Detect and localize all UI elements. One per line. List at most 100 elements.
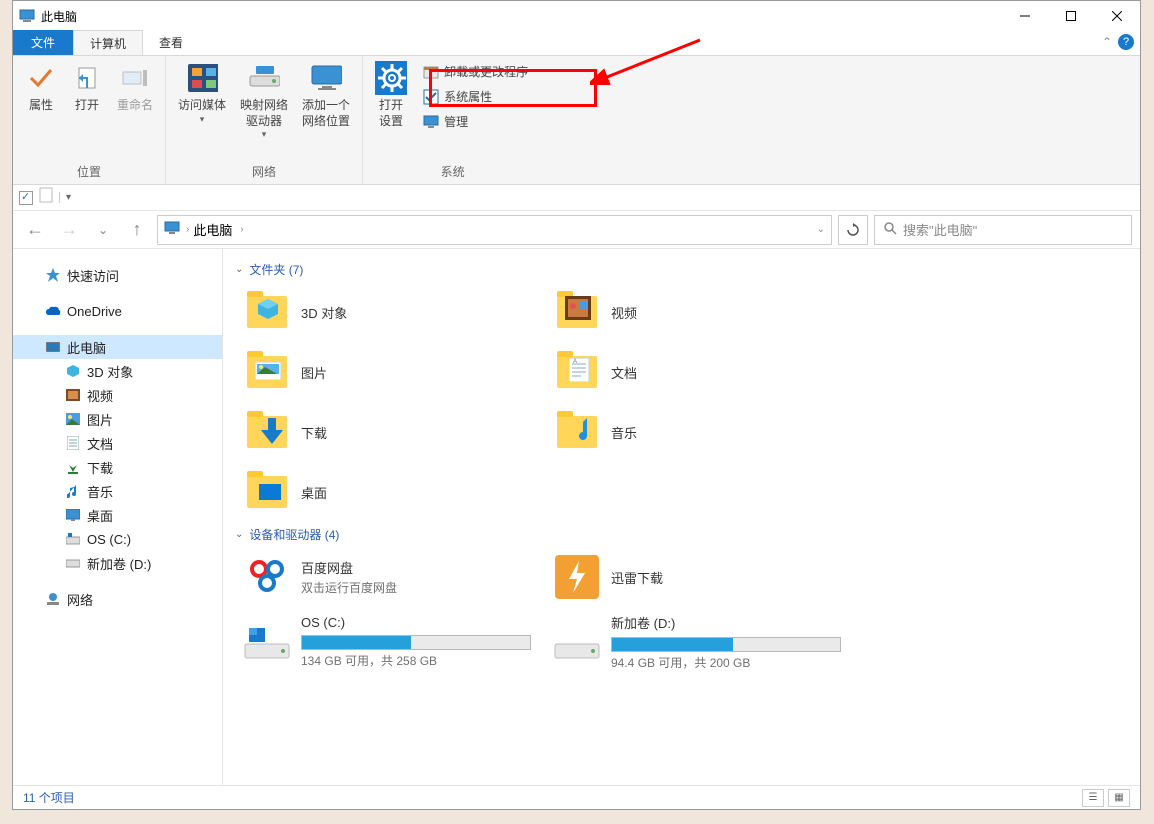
tab-computer[interactable]: 计算机 [73, 30, 143, 55]
folder-pictures[interactable]: 图片 [235, 342, 545, 402]
minimize-button[interactable] [1002, 1, 1048, 31]
svg-text:A: A [573, 359, 577, 365]
folder-3d-objects[interactable]: 3D 对象 [235, 282, 545, 342]
tab-file[interactable]: 文件 [13, 30, 73, 55]
checkbox-icon[interactable] [19, 191, 33, 205]
folder-music[interactable]: 音乐 [545, 402, 855, 462]
this-pc-icon [19, 8, 35, 24]
explorer-window: 此电脑 文件 计算机 查看 ⌃ ? 属性 打开 [12, 0, 1141, 810]
document-icon [39, 187, 53, 208]
drive-c[interactable]: OS (C:) 134 GB 可用，共 258 GB [235, 607, 545, 677]
search-input[interactable]: 搜索"此电脑" [874, 215, 1132, 245]
address-bar-row: ← → ⌄ ↑ ›此电脑› ⌄ 搜索"此电脑" [13, 211, 1140, 249]
nav-quick-access[interactable]: 快速访问 [13, 263, 222, 287]
item-count: 11 个项目 [23, 789, 75, 806]
tab-view[interactable]: 查看 [143, 30, 199, 55]
music-icon [65, 483, 81, 499]
open-settings-button[interactable]: 打开 设置 [369, 60, 413, 131]
drive-c-usage-bar [301, 635, 531, 650]
properties-icon [423, 89, 439, 105]
drive-icon [553, 618, 601, 666]
drive-d-usage-bar [611, 637, 841, 652]
folder-downloads[interactable]: 下载 [235, 402, 545, 462]
nav-desktop[interactable]: 桌面 [13, 503, 222, 527]
nav-onedrive[interactable]: OneDrive [13, 299, 222, 323]
drive-icon [243, 618, 291, 666]
nav-drive-c[interactable]: OS (C:) [13, 527, 222, 551]
drive-d[interactable]: 新加卷 (D:) 94.4 GB 可用，共 200 GB [545, 607, 855, 677]
nav-3d-objects[interactable]: 3D 对象 [13, 359, 222, 383]
recent-locations-button[interactable]: ⌄ [89, 216, 117, 244]
folder-videos[interactable]: 视频 [545, 282, 855, 342]
add-network-location-button[interactable]: 添加一个 网络位置 [296, 60, 356, 131]
download-icon [65, 459, 81, 475]
document-icon [65, 435, 81, 451]
window-title: 此电脑 [41, 8, 77, 25]
nav-pictures[interactable]: 图片 [13, 407, 222, 431]
package-icon [423, 64, 439, 80]
nav-this-pc[interactable]: 此电脑 [13, 335, 222, 359]
access-media-button[interactable]: 访问媒体▾ [172, 60, 232, 127]
maximize-button[interactable] [1048, 1, 1094, 31]
cube-icon [65, 363, 81, 379]
drive-icon [65, 531, 81, 547]
manage-icon [423, 114, 439, 130]
qat-dropdown[interactable]: ▾ [59, 192, 71, 203]
forward-button: → [55, 216, 83, 244]
back-button[interactable]: ← [21, 216, 49, 244]
folder-documents[interactable]: A文档 [545, 342, 855, 402]
nav-music[interactable]: 音乐 [13, 479, 222, 503]
rename-icon [119, 62, 151, 94]
pc-icon [45, 339, 61, 355]
open-button[interactable]: 打开 [65, 60, 109, 116]
uninstall-programs-button[interactable]: 卸载或更改程序 [415, 60, 536, 83]
map-drive-button[interactable]: 映射网络 驱动器▾ [234, 60, 294, 143]
address-bar[interactable]: ›此电脑› ⌄ [157, 215, 832, 245]
baidu-icon [243, 553, 291, 601]
nav-videos[interactable]: 视频 [13, 383, 222, 407]
search-icon [883, 221, 897, 238]
titlebar: 此电脑 [13, 1, 1140, 31]
ribbon: 属性 打开 重命名 位置 访问媒体▾ [13, 56, 1140, 185]
star-icon [45, 267, 61, 283]
folder-desktop[interactable]: 桌面 [235, 462, 545, 522]
up-button[interactable]: ↑ [123, 216, 151, 244]
nav-drive-d[interactable]: 新加卷 (D:) [13, 551, 222, 575]
properties-button[interactable]: 属性 [19, 60, 63, 116]
folders-group-header[interactable]: ⌄文件夹 (7) [235, 257, 1140, 282]
nav-network[interactable]: 网络 [13, 587, 222, 611]
picture-icon [65, 411, 81, 427]
device-xunlei[interactable]: 迅雷下载 [545, 547, 855, 607]
group-network-label: 网络 [172, 161, 356, 184]
network-icon [45, 591, 61, 607]
content-pane: ⌄文件夹 (7) 3D 对象 视频 图片 A文档 下载 音乐 桌面 ⌄设备和驱动… [223, 249, 1140, 785]
device-baidu[interactable]: 百度网盘双击运行百度网盘 [235, 547, 545, 607]
open-icon [71, 62, 103, 94]
quick-access-toolbar: ▾ [13, 185, 1140, 211]
nav-downloads[interactable]: 下载 [13, 455, 222, 479]
xunlei-icon [553, 553, 601, 601]
nav-documents[interactable]: 文档 [13, 431, 222, 455]
icons-view-button[interactable]: ▦ [1108, 789, 1130, 807]
media-icon [186, 62, 218, 94]
refresh-button[interactable] [838, 215, 868, 245]
status-bar: 11 个项目 ☰ ▦ [13, 785, 1140, 809]
desktop-icon [65, 507, 81, 523]
chevron-down-icon[interactable]: ⌄ [817, 224, 825, 235]
devices-group-header[interactable]: ⌄设备和驱动器 (4) [235, 522, 1140, 547]
collapse-ribbon-icon[interactable]: ⌃ [1102, 35, 1112, 49]
navigation-pane: 快速访问 OneDrive 此电脑 3D 对象 视频 图片 文档 下载 音乐 桌… [13, 249, 223, 785]
group-system-label: 系统 [369, 161, 536, 184]
video-icon [65, 387, 81, 403]
group-location-label: 位置 [19, 161, 159, 184]
ribbon-tabs: 文件 计算机 查看 ⌃ ? [13, 31, 1140, 56]
help-icon[interactable]: ? [1118, 34, 1134, 50]
body: 快速访问 OneDrive 此电脑 3D 对象 视频 图片 文档 下载 音乐 桌… [13, 249, 1140, 785]
drive-icon [248, 62, 280, 94]
system-properties-button[interactable]: 系统属性 [415, 85, 536, 108]
details-view-button[interactable]: ☰ [1082, 789, 1104, 807]
checkmark-icon [25, 62, 57, 94]
close-button[interactable] [1094, 1, 1140, 31]
pc-icon [164, 220, 180, 239]
manage-button[interactable]: 管理 [415, 110, 536, 133]
